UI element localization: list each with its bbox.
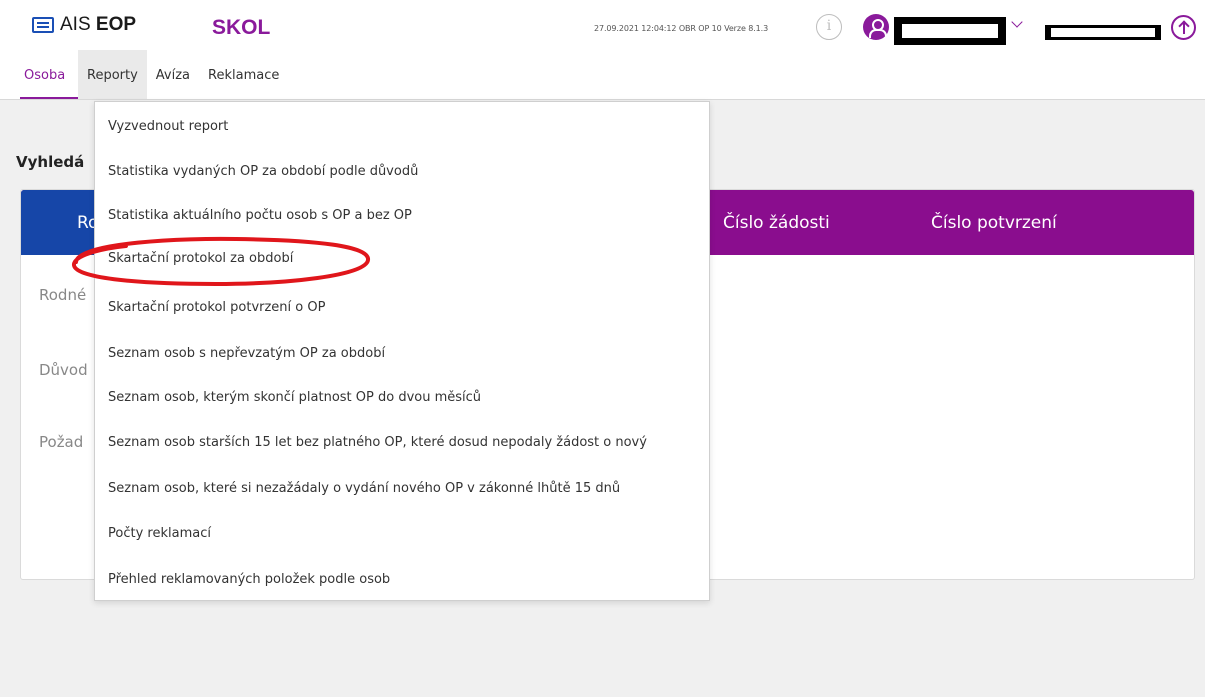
logo-text: AIS EOP — [60, 14, 136, 36]
menu-item-seznam-nezazadaly[interactable]: Seznam osob, které si nezažádaly o vydán… — [108, 478, 620, 500]
nav-item-reporty[interactable]: Reporty — [78, 50, 147, 100]
menu-item-vyzvednout-report[interactable]: Vyzvednout report — [108, 116, 228, 138]
session-info: 27.09.2021 12:04:12 OBR OP 10 Verze 8.1.… — [594, 24, 769, 33]
page-title: Vyhledá — [16, 153, 85, 171]
menu-item-seznam-skonci-platnost[interactable]: Seznam osob, kterým skončí platnost OP d… — [108, 387, 481, 409]
logo-prefix: AIS — [60, 14, 91, 35]
menu-item-skartacni-protokol-obdobi[interactable]: Skartační protokol za období — [108, 248, 293, 270]
redacted-workplace — [1045, 25, 1161, 40]
main-nav: Osoba Reporty Avíza Reklamace — [20, 50, 288, 100]
field-label-pozad: Požad — [39, 433, 84, 451]
menu-item-statistika-vydanych[interactable]: Statistika vydaných OP za období podle d… — [108, 161, 418, 183]
document-icon — [32, 17, 54, 33]
user-icon[interactable] — [863, 14, 889, 40]
menu-item-seznam-starsich-15[interactable]: Seznam osob starších 15 let bez platného… — [108, 432, 647, 454]
nav-item-aviza[interactable]: Avíza — [147, 50, 199, 100]
menu-item-statistika-aktualniho[interactable]: Statistika aktuálního počtu osob s OP a … — [108, 205, 412, 227]
field-label-rodne: Rodné — [39, 286, 87, 304]
app-header: AIS EOP SKOL 27.09.2021 12:04:12 OBR OP … — [0, 0, 1205, 100]
upload-icon[interactable] — [1171, 15, 1196, 40]
menu-item-skartacni-protokol-potvrzeni[interactable]: Skartační protokol potvrzení o OP — [108, 297, 325, 319]
app-logo[interactable]: AIS EOP — [32, 14, 136, 36]
menu-item-prehled-reklamovanych[interactable]: Přehled reklamovaných položek podle osob — [108, 569, 390, 591]
tab-cislo-zadosti[interactable]: Číslo žádosti — [723, 190, 830, 255]
menu-item-seznam-neprevzatym[interactable]: Seznam osob s nepřevzatým OP za období — [108, 343, 385, 365]
menu-item-pocty-reklamaci[interactable]: Počty reklamací — [108, 523, 211, 545]
logo-bold: EOP — [95, 14, 137, 35]
field-label-duvod: Důvod — [39, 361, 88, 379]
redacted-user-name[interactable] — [894, 17, 1006, 45]
tab-cislo-potvrzeni[interactable]: Číslo potvrzení — [931, 190, 1057, 255]
nav-item-reklamace[interactable]: Reklamace — [199, 50, 288, 100]
app-name: SKOL — [212, 16, 271, 39]
info-icon[interactable]: i — [816, 14, 842, 40]
nav-item-osoba[interactable]: Osoba — [20, 50, 78, 100]
chevron-down-icon[interactable] — [1011, 16, 1023, 28]
reporty-dropdown-menu: Vyzvednout report Statistika vydaných OP… — [94, 101, 710, 601]
